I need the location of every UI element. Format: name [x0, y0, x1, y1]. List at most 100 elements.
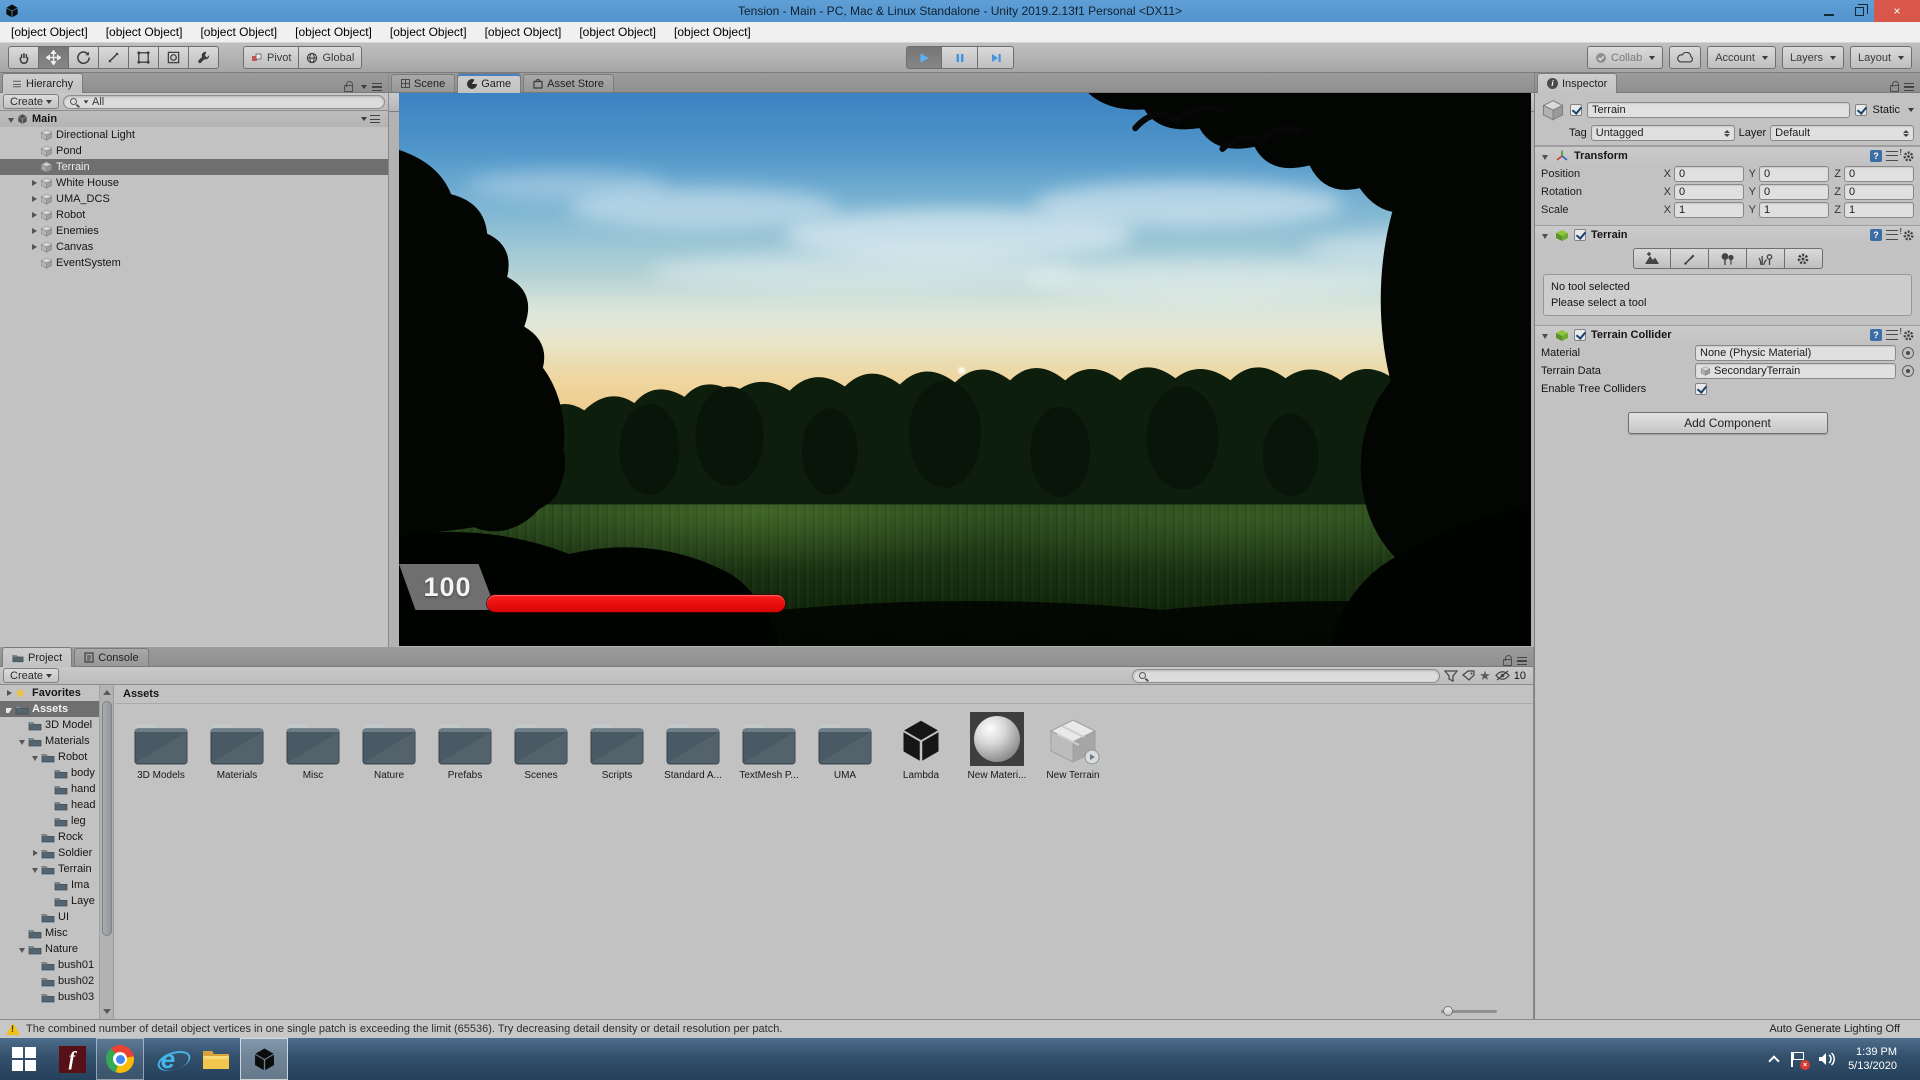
maximize-button[interactable]	[1844, 0, 1874, 22]
project-tree-scrollbar[interactable]	[100, 685, 114, 1019]
project-tree-item[interactable]: UI	[0, 909, 99, 925]
pivot-toggle-button[interactable]: Pivot	[243, 46, 299, 69]
scroll-down-icon[interactable]	[103, 1009, 111, 1014]
project-tree-item[interactable]: Ima	[0, 877, 99, 893]
action-center-flag-icon[interactable]	[1790, 1051, 1806, 1067]
foldout-icon[interactable]	[6, 116, 16, 123]
x-field[interactable]: 0	[1674, 184, 1744, 200]
hierarchy-item[interactable]: Enemies	[0, 223, 388, 239]
volume-icon[interactable]	[1818, 1051, 1836, 1067]
account-dropdown[interactable]: Account	[1707, 46, 1776, 69]
project-tree-item[interactable]: Rock	[0, 829, 99, 845]
add-component-button[interactable]: Add Component	[1628, 412, 1828, 434]
terrain-paint-button[interactable]	[1671, 248, 1709, 269]
tab-asset-store[interactable]: Asset Store	[523, 74, 614, 92]
project-tree-item[interactable]: Soldier	[0, 845, 99, 861]
project-tree-item[interactable]: Robot	[0, 749, 99, 765]
layout-dropdown[interactable]: Layout	[1850, 46, 1912, 69]
project-tree-item[interactable]: Assets	[0, 701, 99, 717]
presets-icon[interactable]	[1886, 151, 1898, 161]
asset-tile[interactable]: Lambda	[883, 710, 959, 781]
taskbar-app-flash[interactable]	[48, 1038, 96, 1080]
project-tree-item[interactable]: head	[0, 797, 99, 813]
hierarchy-item[interactable]: Terrain	[0, 159, 388, 175]
terrain-details-button[interactable]	[1747, 248, 1785, 269]
scene-menu-icon[interactable]	[370, 115, 380, 123]
chevron-down-icon[interactable]	[361, 117, 367, 121]
component-enabled-checkbox[interactable]	[1574, 229, 1586, 241]
layers-dropdown[interactable]: Layers	[1782, 46, 1844, 69]
asset-tile[interactable]: New Materi...	[959, 710, 1035, 781]
scale-tool-button[interactable]	[99, 46, 129, 69]
project-tree-item[interactable]: Terrain	[0, 861, 99, 877]
transform-component-header[interactable]: Transform	[1535, 146, 1920, 165]
scroll-up-icon[interactable]	[103, 690, 111, 695]
tree-colliders-checkbox[interactable]	[1695, 383, 1707, 395]
tab-scene[interactable]: Scene	[391, 74, 455, 92]
asset-tile[interactable]: UMA	[807, 710, 883, 781]
z-field[interactable]: 0	[1844, 184, 1914, 200]
foldout-icon[interactable]	[1540, 153, 1550, 160]
z-field[interactable]: 1	[1844, 202, 1914, 218]
hidden-icons-button[interactable]	[1768, 1055, 1779, 1066]
project-tree-item[interactable]: 3D Model	[0, 717, 99, 733]
terrain-component-header[interactable]: Terrain	[1535, 225, 1920, 244]
tab-project[interactable]: Project	[2, 647, 72, 667]
asset-tile[interactable]: Prefabs	[427, 710, 503, 781]
menu-item[interactable]: [object Object]	[570, 22, 665, 42]
asset-tile[interactable]: Nature	[351, 710, 427, 781]
step-button[interactable]	[978, 46, 1014, 69]
asset-tile[interactable]: New Terrain	[1035, 710, 1111, 781]
asset-tile[interactable]: Materials	[199, 710, 275, 781]
project-tree-item[interactable]: bush01	[0, 957, 99, 973]
cloud-button[interactable]	[1669, 46, 1701, 69]
project-tree-item[interactable]: hand	[0, 781, 99, 797]
x-field[interactable]: 0	[1674, 166, 1744, 182]
y-field[interactable]: 1	[1759, 202, 1829, 218]
panel-menu-icon[interactable]	[1904, 83, 1914, 91]
rect-tool-button[interactable]	[129, 46, 159, 69]
project-tree-item[interactable]: Materials	[0, 733, 99, 749]
collab-button[interactable]: Collab	[1587, 46, 1663, 69]
taskbar-app-chrome[interactable]	[96, 1038, 144, 1080]
hierarchy-create-button[interactable]: Create	[3, 94, 59, 109]
hierarchy-item[interactable]: Pond	[0, 143, 388, 159]
tab-hierarchy[interactable]: Hierarchy	[2, 73, 83, 93]
gear-icon[interactable]	[1902, 150, 1915, 163]
taskbar-clock[interactable]: 1:39 PM 5/13/2020	[1848, 1045, 1897, 1073]
search-by-label-icon[interactable]	[1462, 670, 1475, 682]
project-search-input[interactable]	[1132, 669, 1440, 683]
foldout-icon[interactable]	[1540, 232, 1550, 239]
asset-tile[interactable]: TextMesh P...	[731, 710, 807, 781]
gear-icon[interactable]	[1902, 329, 1915, 342]
help-icon[interactable]	[1870, 229, 1882, 241]
z-field[interactable]: 0	[1844, 166, 1914, 182]
taskbar-app-unity[interactable]	[240, 1038, 288, 1080]
active-checkbox[interactable]	[1570, 104, 1582, 116]
foldout-icon[interactable]	[29, 850, 41, 856]
terrain-data-object-field[interactable]: SecondaryTerrain	[1695, 363, 1896, 379]
foldout-icon[interactable]	[28, 228, 40, 234]
start-button[interactable]	[0, 1038, 48, 1080]
terrain-settings-button[interactable]	[1785, 248, 1823, 269]
icon-size-slider[interactable]	[1441, 1010, 1497, 1013]
menu-item[interactable]: [object Object]	[286, 22, 381, 42]
terrain-create-neighbor-button[interactable]	[1633, 248, 1671, 269]
foldout-icon[interactable]	[28, 244, 40, 250]
foldout-icon[interactable]	[3, 705, 15, 713]
material-object-field[interactable]: None (Physic Material)	[1695, 345, 1896, 361]
terrain-trees-button[interactable]	[1709, 248, 1747, 269]
close-button[interactable]: ×	[1874, 0, 1920, 22]
panel-menu-icon[interactable]	[372, 83, 382, 91]
foldout-icon[interactable]	[16, 945, 28, 953]
presets-icon[interactable]	[1886, 330, 1898, 340]
y-field[interactable]: 0	[1759, 166, 1829, 182]
component-enabled-checkbox[interactable]	[1574, 329, 1586, 341]
foldout-icon[interactable]	[29, 753, 41, 761]
pause-button[interactable]	[942, 46, 978, 69]
taskbar-app-internet-explorer[interactable]	[144, 1038, 192, 1080]
hand-tool-button[interactable]	[8, 46, 39, 69]
hierarchy-item[interactable]: White House	[0, 175, 388, 191]
status-bar[interactable]: The combined number of detail object ver…	[0, 1019, 1920, 1038]
panel-menu-icon[interactable]	[1517, 657, 1527, 665]
